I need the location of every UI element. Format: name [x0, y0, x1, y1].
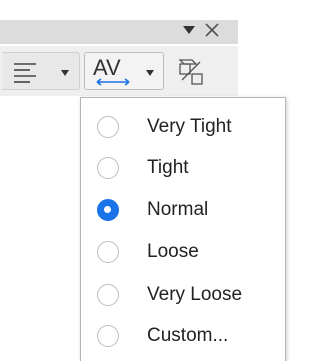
character-spacing-menu: Very Tight Tight Normal Loose Very Loose… [80, 97, 286, 361]
radio-button[interactable] [97, 157, 119, 179]
menu-option-very-loose[interactable]: Very Loose [81, 275, 287, 315]
align-lines-icon [14, 63, 36, 83]
menu-option-custom[interactable]: Custom... [81, 316, 287, 356]
radio-button[interactable] [97, 325, 119, 347]
character-spacing-button[interactable]: AV [84, 52, 164, 90]
dropdown-arrow-icon[interactable] [182, 25, 196, 35]
option-label: Tight [147, 157, 189, 178]
panel-controls [182, 22, 220, 38]
radio-button-selected[interactable] [97, 199, 119, 221]
radio-button[interactable] [97, 241, 119, 263]
text-toolbar: AV [0, 46, 238, 96]
menu-option-tight[interactable]: Tight [81, 148, 287, 188]
spacing-dropdown-arrow-icon[interactable] [145, 69, 155, 77]
option-label: Normal [147, 199, 209, 220]
radio-button[interactable] [97, 284, 119, 306]
menu-option-very-tight[interactable]: Very Tight [81, 107, 287, 147]
option-label: Custom... [147, 325, 229, 346]
spacing-icon-text: AV [93, 55, 121, 80]
align-button[interactable] [2, 52, 80, 90]
option-label: Very Loose [147, 284, 243, 305]
close-icon[interactable] [204, 22, 220, 38]
menu-option-normal[interactable]: Normal [81, 190, 287, 230]
transform-icon [178, 59, 203, 85]
character-spacing-icon: AV [93, 55, 130, 86]
radio-button[interactable] [97, 116, 119, 138]
option-label: Very Tight [147, 116, 232, 137]
option-label: Loose [147, 241, 199, 262]
transform-button[interactable] [172, 52, 232, 90]
menu-option-loose[interactable]: Loose [81, 232, 287, 272]
sidebar-panel-titlebar [0, 20, 238, 44]
align-dropdown-arrow-icon[interactable] [60, 69, 70, 77]
